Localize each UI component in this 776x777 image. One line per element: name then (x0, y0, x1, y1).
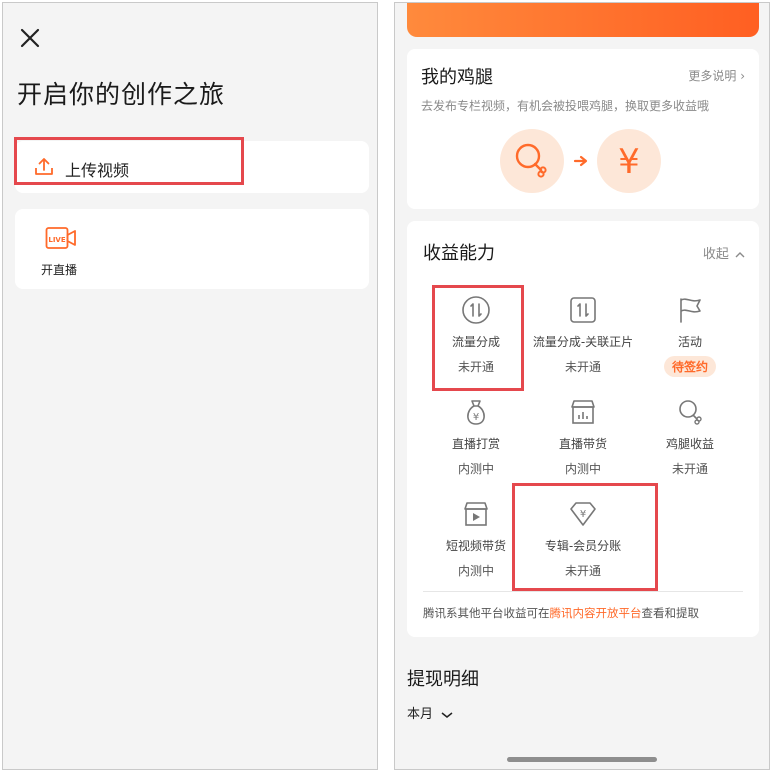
chevron-up-icon (735, 251, 745, 257)
income-item-activity[interactable]: 活动 待签约 (635, 295, 745, 377)
home-indicator (507, 757, 657, 762)
close-icon[interactable] (17, 25, 43, 51)
more-info-link[interactable]: 更多说明 › (688, 67, 745, 84)
month-label: 本月 (407, 707, 434, 722)
video-store-icon (464, 502, 488, 526)
income-item-live-tips[interactable]: ¥ 直播打赏 内测中 (421, 397, 531, 477)
collapse-button[interactable]: 收起 (703, 243, 745, 262)
income-item-label: 流量分成-关联正片 (532, 335, 634, 349)
chevron-down-icon (441, 711, 453, 718)
drumstick-title: 我的鸡腿 (421, 67, 493, 88)
live-camera-icon: LIVE (45, 227, 76, 249)
income-item-traffic-share-linked[interactable]: 流量分成-关联正片 未开通 (528, 295, 638, 375)
traffic-share-icon (462, 296, 490, 324)
income-capability-card: 收益能力 收起 流量分成 未开通 流量分成-关联正片 未开通 活动 待签约 ¥ … (407, 221, 759, 637)
income-item-status: 未开通 (457, 360, 494, 374)
income-item-label: 专辑-会员分账 (544, 539, 622, 553)
right-screen: 我的鸡腿 更多说明 › 去发布专栏视频，有机会被投喂鸡腿，换取更多收益哦 ¥ 收… (394, 2, 770, 770)
svg-text:¥: ¥ (473, 412, 479, 423)
left-screen: 开启你的创作之旅 上传视频 LIVE 开直播 (2, 2, 378, 770)
income-item-label: 直播打赏 (451, 437, 500, 451)
income-item-status: 内测中 (457, 462, 494, 476)
upload-video-button[interactable]: 上传视频 (15, 141, 369, 193)
traffic-share-linked-icon (570, 297, 596, 323)
drumstick-circle (500, 129, 564, 193)
drumstick-icon (515, 143, 547, 178)
start-live-label: 开直播 (41, 263, 78, 277)
arrow-right-icon (573, 155, 588, 167)
income-item-label: 鸡腿收益 (665, 437, 714, 451)
income-item-live-commerce[interactable]: 直播带货 内测中 (528, 397, 638, 477)
platform-footnote: 腾讯系其他平台收益可在腾讯内容开放平台查看和提取 (423, 605, 699, 621)
income-item-status: 内测中 (457, 564, 494, 578)
income-item-label: 流量分成 (451, 335, 500, 349)
yen-icon: ¥ (618, 142, 640, 182)
month-selector[interactable]: 本月 (407, 703, 453, 722)
upload-icon (35, 158, 53, 175)
income-item-traffic-share[interactable]: 流量分成 未开通 (421, 295, 531, 375)
flag-icon (680, 298, 701, 323)
income-item-album-member-share[interactable]: ¥ 专辑-会员分账 未开通 (528, 499, 638, 579)
income-item-status: 未开通 (564, 360, 601, 374)
income-item-status: 未开通 (564, 564, 601, 578)
svg-text:¥: ¥ (618, 142, 640, 182)
orange-banner (407, 3, 759, 37)
upload-video-label: 上传视频 (65, 161, 130, 180)
income-title: 收益能力 (423, 243, 495, 264)
income-item-status: 未开通 (671, 462, 708, 476)
divider (423, 591, 743, 592)
footnote-text: 腾讯系其他平台收益可在 (423, 606, 550, 620)
store-icon (571, 400, 595, 424)
collapse-label: 收起 (702, 247, 729, 262)
pending-sign-badge[interactable]: 待签约 (663, 356, 716, 377)
money-bag-icon: ¥ (467, 400, 485, 425)
page-title: 开启你的创作之旅 (17, 80, 226, 109)
yen-circle: ¥ (597, 129, 661, 193)
tencent-platform-link[interactable]: 腾讯内容开放平台 (550, 606, 642, 620)
drumstick-icon (679, 400, 702, 425)
diamond-yen-icon: ¥ (570, 502, 596, 526)
income-item-status: 内测中 (564, 462, 601, 476)
drumstick-desc: 去发布专栏视频，有机会被投喂鸡腿，换取更多收益哦 (421, 99, 710, 113)
start-live-button[interactable]: LIVE 开直播 (15, 209, 369, 289)
income-item-drumstick[interactable]: 鸡腿收益 未开通 (635, 397, 745, 477)
income-item-label: 活动 (677, 335, 702, 349)
withdraw-details-title: 提现明细 (407, 669, 479, 690)
svg-text:LIVE: LIVE (48, 236, 65, 244)
footnote-text-end: 查看和提取 (641, 606, 700, 620)
my-drumstick-card: 我的鸡腿 更多说明 › 去发布专栏视频，有机会被投喂鸡腿，换取更多收益哦 ¥ (407, 49, 759, 209)
svg-text:¥: ¥ (580, 509, 586, 520)
income-item-label: 短视频带货 (445, 539, 506, 553)
income-item-short-video-commerce[interactable]: 短视频带货 内测中 (421, 499, 531, 579)
income-item-label: 直播带货 (558, 437, 607, 451)
